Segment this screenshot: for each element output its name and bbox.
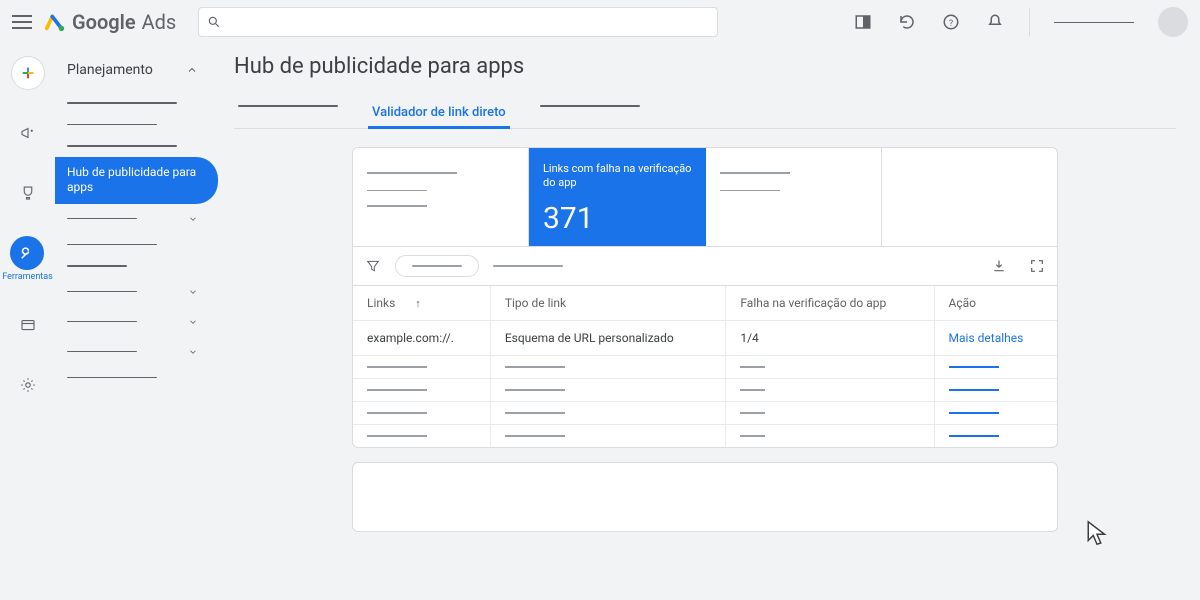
cursor-icon [1082, 518, 1112, 548]
tab-placeholder[interactable] [536, 97, 644, 128]
search-input[interactable] [198, 7, 718, 37]
chevron-down-icon [188, 347, 198, 357]
action-link[interactable] [949, 366, 999, 368]
th-falha[interactable]: Falha na verificação do app [726, 286, 934, 321]
help-icon[interactable]: ? [941, 12, 961, 32]
secnav-item[interactable] [55, 277, 210, 307]
cell-link: example.com://. [353, 321, 490, 356]
rail-campaigns[interactable] [11, 116, 45, 150]
chevron-up-icon [186, 64, 198, 76]
sort-up-icon: ↑ [415, 297, 421, 310]
search-icon [207, 15, 221, 29]
billing-icon [19, 316, 37, 334]
action-link[interactable] [949, 389, 999, 391]
action-link[interactable] [949, 412, 999, 414]
secnav-item[interactable] [55, 114, 210, 136]
appearance-icon[interactable] [853, 12, 873, 32]
lower-card [352, 462, 1058, 532]
refresh-icon[interactable] [897, 12, 917, 32]
page-title: Hub de publicidade para apps [234, 54, 1176, 79]
secnav-item[interactable] [55, 337, 210, 367]
action-link[interactable] [949, 435, 999, 437]
rail-tools-label: Ferramentas [2, 272, 53, 282]
cell-tipo: Esquema de URL personalizado [490, 321, 726, 356]
chevron-down-icon [188, 287, 198, 297]
fullscreen-icon[interactable] [1029, 258, 1045, 274]
svg-text:?: ? [949, 19, 953, 29]
rail-admin[interactable] [11, 368, 45, 402]
links-table: Links↑ Tipo de link Falha na verificação… [353, 286, 1057, 447]
trophy-icon [19, 184, 37, 202]
secnav-item[interactable] [55, 135, 210, 157]
summary-tile[interactable] [353, 148, 529, 246]
rail-goals[interactable] [11, 176, 45, 210]
tab-validador[interactable]: Validador de link direto [368, 97, 510, 128]
secnav-item[interactable] [55, 234, 210, 256]
th-links[interactable]: Links↑ [353, 286, 490, 321]
rail-billing[interactable] [11, 308, 45, 342]
account-name-placeholder [1054, 22, 1134, 23]
secnav-active-item[interactable]: Hub de publicidade para apps [55, 157, 218, 204]
table-row[interactable] [353, 425, 1057, 448]
table-row[interactable] [353, 356, 1057, 379]
notifications-icon[interactable] [985, 12, 1005, 32]
menu-icon[interactable] [12, 15, 32, 29]
more-details-link[interactable]: Mais detalhes [949, 331, 1024, 345]
secnav-item[interactable] [55, 367, 210, 389]
filter-icon[interactable] [365, 258, 381, 274]
summary-tile[interactable] [706, 148, 882, 246]
avatar[interactable] [1158, 7, 1188, 37]
summary-tile-failed[interactable]: Links com falha na verificação do app 37… [529, 148, 706, 246]
secnav-item[interactable] [55, 255, 210, 277]
secnav-item[interactable] [55, 307, 210, 337]
rail-tools[interactable]: Ferramentas [2, 236, 53, 282]
create-button[interactable] [11, 56, 45, 90]
secnav-item[interactable] [55, 204, 210, 234]
secnav-item[interactable] [55, 92, 210, 114]
table-row[interactable] [353, 379, 1057, 402]
separator [1029, 8, 1030, 36]
google-ads-logo-icon [44, 11, 66, 33]
tabs: Validador de link direto [234, 97, 1176, 129]
logo: Google Ads [44, 10, 176, 34]
plus-icon [20, 65, 36, 81]
summary-card: Links com falha na verificação do app 37… [352, 147, 1058, 448]
gear-icon [19, 376, 37, 394]
tools-icon [18, 244, 36, 262]
logo-text-product: Google [72, 10, 136, 34]
download-icon[interactable] [991, 258, 1007, 274]
chevron-down-icon [188, 317, 198, 327]
summary-tile[interactable] [882, 148, 1057, 246]
filter-chip[interactable] [395, 255, 479, 277]
chevron-down-icon [188, 214, 198, 224]
logo-text-sub: Ads [142, 10, 177, 34]
th-tipo[interactable]: Tipo de link [490, 286, 726, 321]
tile-label: Links com falha na verificação do app [543, 162, 692, 191]
tab-placeholder[interactable] [234, 97, 342, 128]
megaphone-icon [19, 124, 37, 142]
th-acao[interactable]: Ação [934, 286, 1057, 321]
secnav-heading[interactable]: Planejamento [55, 56, 210, 92]
cell-falha: 1/4 [726, 321, 934, 356]
tile-value: 371 [543, 201, 692, 236]
table-row[interactable] [353, 402, 1057, 425]
table-row[interactable]: example.com://. Esquema de URL personali… [353, 321, 1057, 356]
